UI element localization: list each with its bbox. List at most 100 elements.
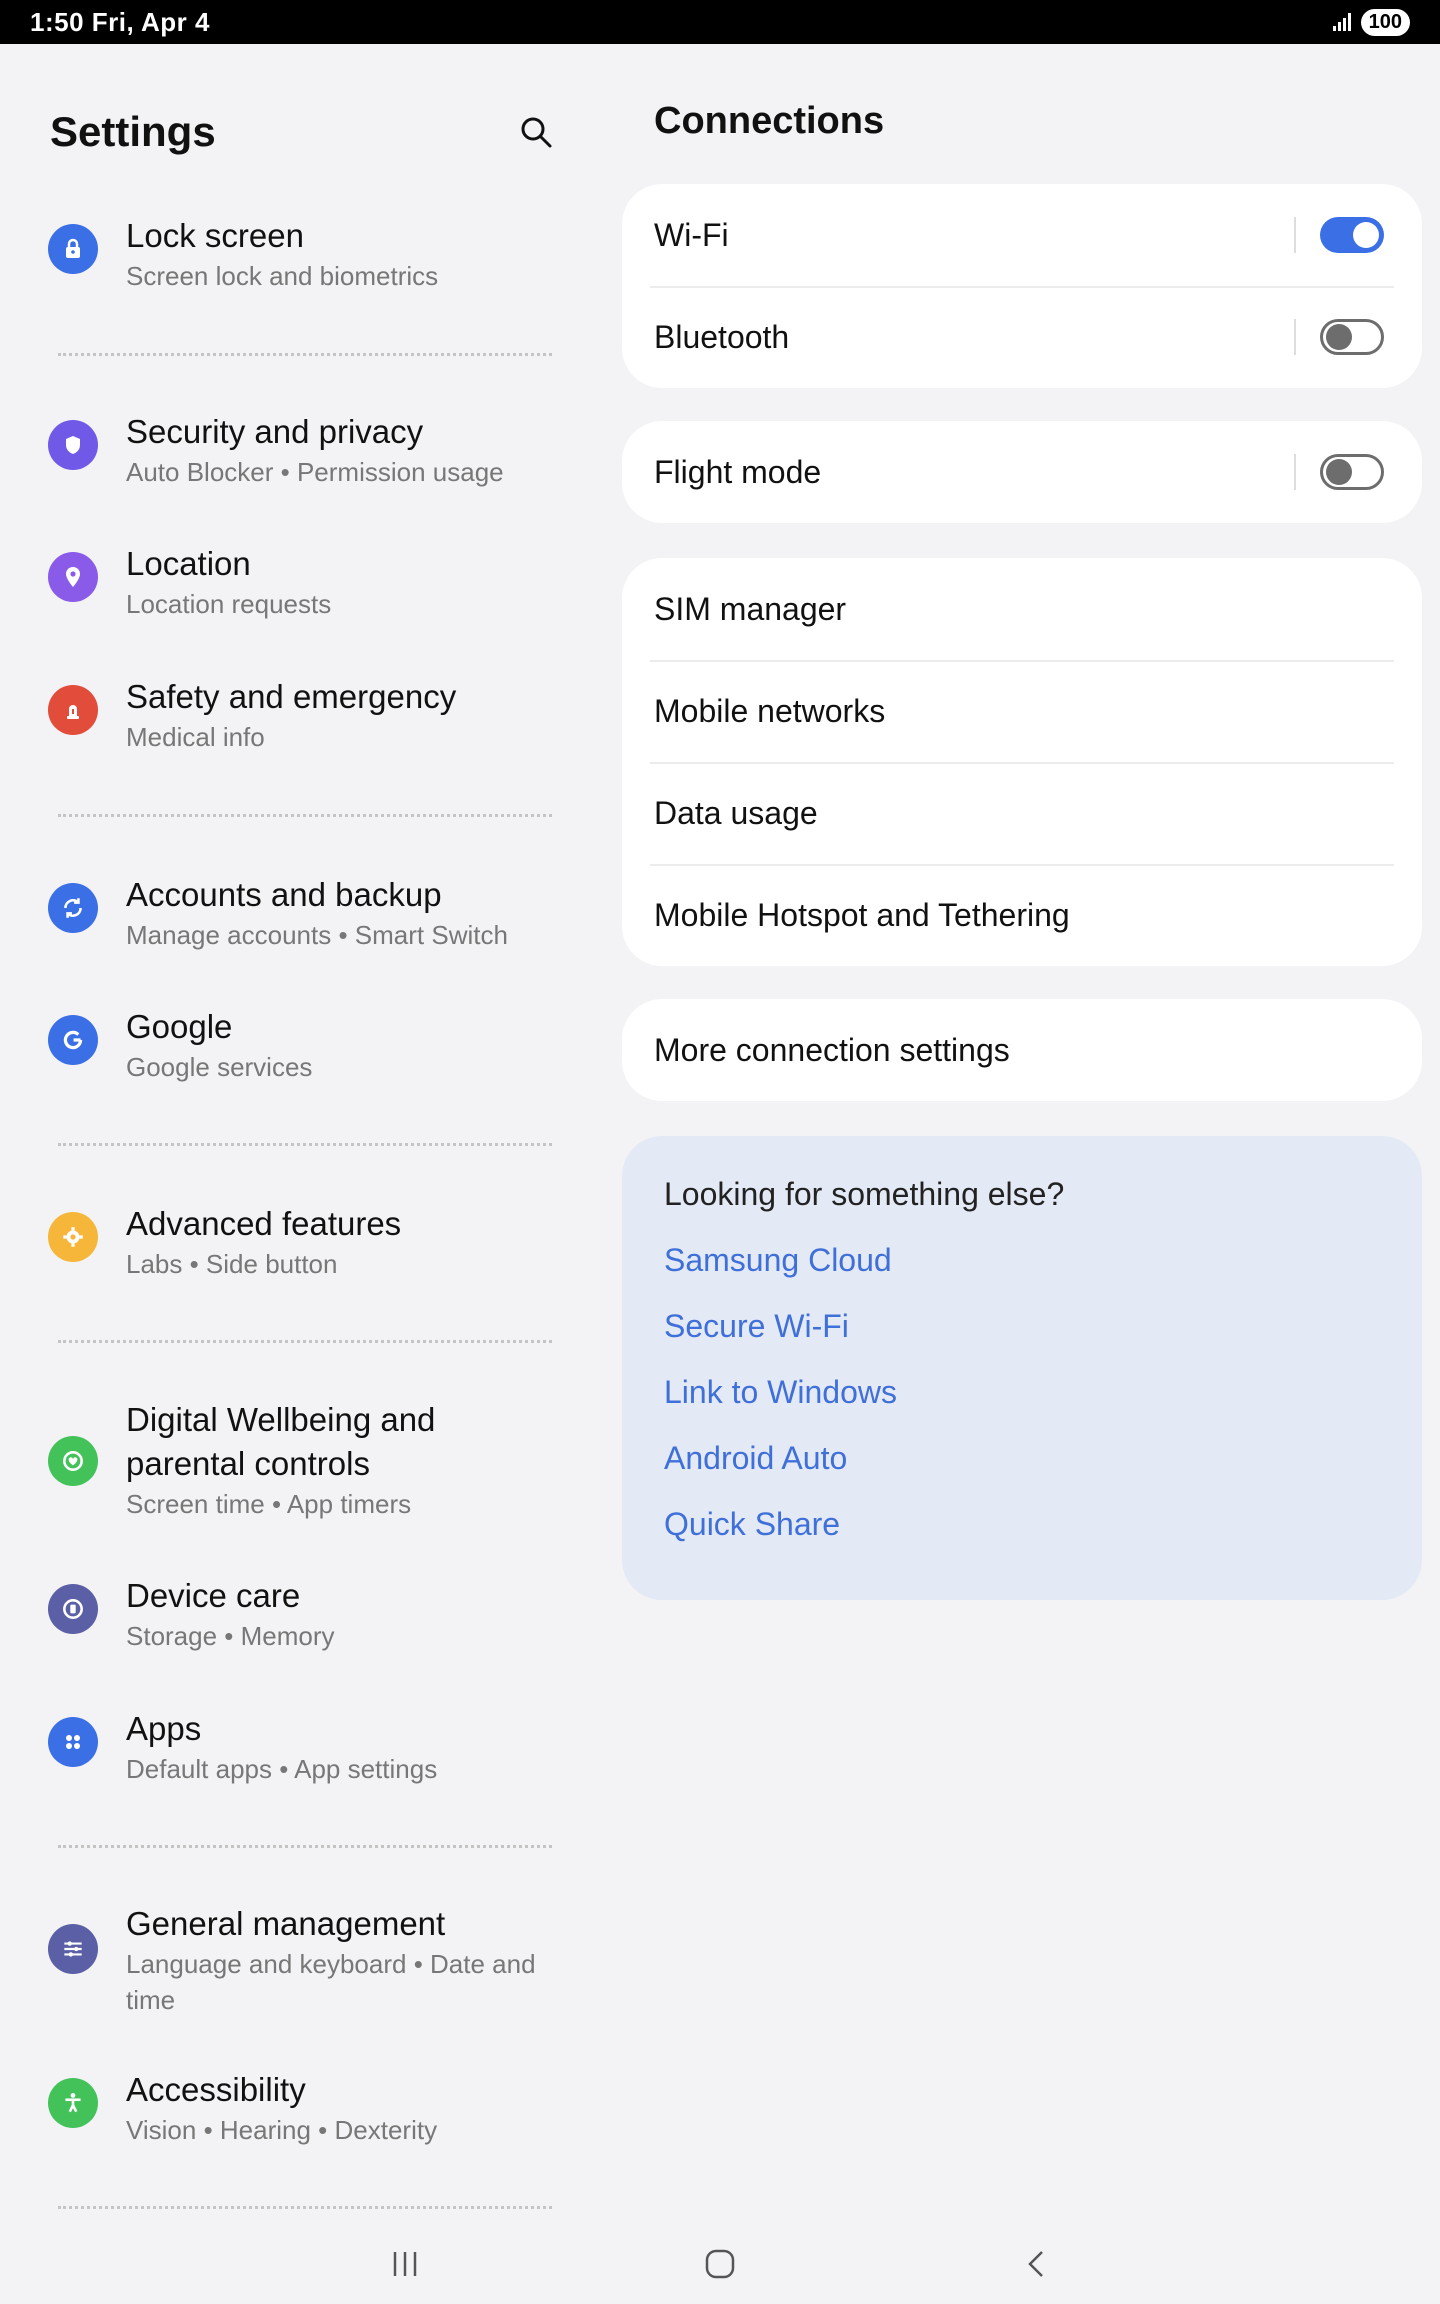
divider [58,814,552,817]
suggestion-link-link-to-windows[interactable]: Link to Windows [664,1370,1380,1414]
status-indicators: 100 [1332,8,1410,36]
settings-item-general-management[interactable]: General management Language and keyboard… [48,1902,568,2018]
settings-item-google[interactable]: Google Google services [48,1005,568,1085]
advanced-features-icon [48,1212,98,1262]
settings-item-device-care[interactable]: Device care Storage • Memory [48,1574,568,1654]
back-icon [1028,2251,1043,2277]
recents-icon [393,2252,417,2276]
settings-item-digital-wellbeing[interactable]: Digital Wellbeing and parental controls … [48,1398,568,1522]
bluetooth-row[interactable]: Bluetooth [622,286,1422,388]
status-time-date: 1:50 Fri, Apr 4 [30,6,210,37]
settings-item-title: Security and privacy [126,413,424,450]
settings-item-title: Lock screen [126,217,304,254]
settings-item-subtitle: Medical info [126,722,265,752]
settings-item-title-line2: parental controls [126,1445,370,1482]
settings-item-lock-screen[interactable]: Lock screen Screen lock and biometrics [48,214,568,294]
settings-item-subtitle-line2: time [126,1985,176,2015]
settings-item-safety-emergency[interactable]: Safety and emergency Medical info [48,675,568,755]
lock-icon [48,224,98,274]
hotspot-tethering-row[interactable]: Mobile Hotspot and Tethering [622,864,1422,966]
settings-item-subtitle: Location requests [126,589,332,619]
location-pin-icon [48,552,98,602]
settings-item-accounts-backup[interactable]: Accounts and backup Manage accounts • Sm… [48,873,568,953]
mobile-networks-row[interactable]: Mobile networks [622,660,1422,762]
settings-item-title: Accounts and backup [126,876,442,913]
accessibility-icon [48,2078,98,2128]
settings-item-title: Digital Wellbeing and [126,1401,436,1438]
home-button[interactable] [690,2234,750,2294]
wifi-row[interactable]: Wi-Fi [622,184,1422,286]
signal-icon [1332,13,1351,31]
settings-item-security-privacy[interactable]: Security and privacy Auto Blocker • Perm… [48,410,568,490]
hotspot-tethering-label: Mobile Hotspot and Tethering [654,896,1070,933]
settings-item-title: Apps [126,1710,202,1747]
settings-item-title: Google [126,1008,233,1045]
settings-item-title: Accessibility [126,2071,306,2108]
settings-item-subtitle: Vision • Hearing • Dexterity [126,2115,438,2145]
suggestion-link-android-auto[interactable]: Android Auto [664,1436,1380,1480]
settings-list-pane: Settings Lock screen Screen lock and bio… [0,44,604,2224]
settings-item-title: Location [126,545,251,582]
back-button[interactable] [1006,2234,1066,2294]
connections-card-mobile: SIM manager Mobile networks Data usage M… [622,558,1422,966]
divider [58,1340,552,1343]
wifi-toggle[interactable] [1320,217,1384,253]
divider [58,1143,552,1146]
connections-card-more: More connection settings [622,999,1422,1101]
suggestion-link-quick-share[interactable]: Quick Share [664,1502,1380,1546]
suggestions-panel: Looking for something else? Samsung Clou… [622,1136,1422,1600]
settings-item-subtitle: Storage • Memory [126,1621,335,1651]
device-care-icon [48,1584,98,1634]
sync-icon [48,883,98,933]
suggestion-link-secure-wifi[interactable]: Secure Wi-Fi [664,1304,1380,1348]
more-connection-settings-row[interactable]: More connection settings [622,999,1422,1101]
suggestion-link-samsung-cloud[interactable]: Samsung Cloud [664,1238,1380,1282]
settings-item-subtitle: Auto Blocker • Permission usage [126,457,504,487]
battery-level: 100 [1360,8,1410,36]
bluetooth-label: Bluetooth [654,318,790,355]
sim-manager-row[interactable]: SIM manager [622,558,1422,660]
flight-mode-row[interactable]: Flight mode [622,421,1422,523]
divider [58,2206,552,2209]
connections-card-wireless: Wi-Fi Bluetooth [622,184,1422,388]
connections-card-flight: Flight mode [622,421,1422,523]
data-usage-label: Data usage [654,794,818,831]
emergency-icon [48,685,98,735]
settings-item-title: Device care [126,1577,301,1614]
settings-item-location[interactable]: Location Location requests [48,542,568,622]
wellbeing-icon [48,1436,98,1486]
settings-item-accessibility[interactable]: Accessibility Vision • Hearing • Dexteri… [48,2068,568,2148]
divider [1294,319,1296,355]
settings-item-subtitle: Default apps • App settings [126,1754,438,1784]
flight-mode-label: Flight mode [654,453,822,490]
recents-button[interactable] [375,2234,435,2294]
settings-item-subtitle: Labs • Side button [126,1249,338,1279]
navigation-bar [0,2224,1440,2304]
settings-item-title: General management [126,1905,446,1942]
divider [58,353,552,356]
page-title: Settings [50,108,216,155]
settings-item-advanced-features[interactable]: Advanced features Labs • Side button [48,1202,568,1282]
settings-item-subtitle: Language and keyboard • Date and [126,1949,536,1979]
mobile-networks-label: Mobile networks [654,692,886,729]
sliders-icon [48,1924,98,1974]
home-icon [705,2249,735,2279]
status-bar: 1:50 Fri, Apr 4 100 [0,0,1440,44]
settings-item-subtitle: Screen lock and biometrics [126,261,439,291]
suggestions-title: Looking for something else? [664,1176,1065,1212]
detail-title: Connections [654,100,885,142]
more-connection-settings-label: More connection settings [654,1031,1010,1068]
settings-item-subtitle: Screen time • App timers [126,1489,412,1519]
settings-item-subtitle: Google services [126,1052,313,1082]
settings-header: Settings [50,102,560,162]
bluetooth-toggle[interactable] [1320,319,1384,355]
search-button[interactable] [512,108,560,156]
divider [1294,454,1296,490]
settings-item-title: Safety and emergency [126,678,457,715]
settings-item-subtitle: Manage accounts • Smart Switch [126,920,508,950]
data-usage-row[interactable]: Data usage [622,762,1422,864]
divider [58,1845,552,1848]
flight-mode-toggle[interactable] [1320,454,1384,490]
search-icon [521,117,552,148]
settings-item-apps[interactable]: Apps Default apps • App settings [48,1707,568,1787]
